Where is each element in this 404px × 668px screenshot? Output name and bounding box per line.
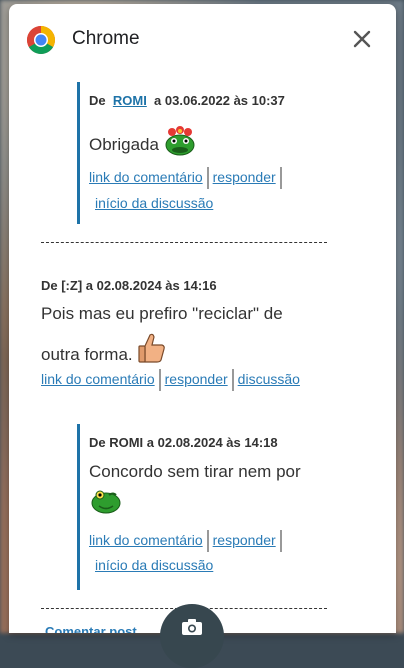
permalink-link[interactable]: link do comentário xyxy=(89,169,203,185)
comment-date: a 03.06.2022 às 10:37 xyxy=(154,93,285,108)
chrome-icon xyxy=(27,26,55,54)
comment-actions-row2: início da discussão xyxy=(95,557,213,575)
thumbs-up-icon xyxy=(138,333,165,363)
comment-actions: link do comentário responder xyxy=(89,530,286,552)
reply-link[interactable]: responder xyxy=(165,371,228,387)
comment-meta: De ROMI a 03.06.2022 às 10:37 xyxy=(89,93,285,108)
reply-comment-romi-2024: De ROMI a 02.08.2024 às 14:18 Concordo s… xyxy=(77,424,301,590)
chrome-custom-tab-sheet: Chrome De ROMI a 03.06.2022 às 10:37 Obr… xyxy=(9,4,396,633)
comment-actions: link do comentário responder xyxy=(89,167,286,189)
thread-start-link[interactable]: início da discussão xyxy=(95,195,213,211)
comment-post-link[interactable]: Comentar post xyxy=(45,624,137,633)
permalink-link[interactable]: link do comentário xyxy=(41,371,155,387)
comment-meta: De [:Z] a 02.08.2024 às 14:16 xyxy=(41,278,217,293)
divider xyxy=(206,530,209,552)
divider xyxy=(231,369,234,391)
camera-fab-button[interactable] xyxy=(160,604,224,668)
thread-link[interactable]: discussão xyxy=(238,371,300,387)
camera-icon xyxy=(182,619,202,635)
reply-link[interactable]: responder xyxy=(213,169,276,185)
comment-body: Obrigada xyxy=(89,126,197,156)
comment-text-line2: outra forma. xyxy=(41,345,133,364)
comment-prefix: De xyxy=(89,93,106,108)
flower-frog-emoji-icon xyxy=(165,126,195,156)
author-link[interactable]: ROMI xyxy=(113,93,147,108)
thread-start-link[interactable]: início da discussão xyxy=(95,557,213,573)
comments-content: De ROMI a 03.06.2022 às 10:37 Obrigada l… xyxy=(9,74,396,633)
comment-actions-row2: início da discussão xyxy=(95,195,213,213)
reply-comment-romi-2022: De ROMI a 03.06.2022 às 10:37 Obrigada l… xyxy=(77,82,285,224)
comment-text-line1: Pois mas eu prefiro "reciclar" de xyxy=(41,304,283,323)
dashed-divider xyxy=(41,242,327,243)
app-title: Chrome xyxy=(72,28,140,49)
permalink-link[interactable]: link do comentário xyxy=(89,532,203,548)
comment-text: Obrigada xyxy=(89,135,159,154)
comment-actions: link do comentário responder discussão xyxy=(41,369,300,391)
reply-link[interactable]: responder xyxy=(213,532,276,548)
divider xyxy=(279,167,282,189)
comment-meta: De ROMI a 02.08.2024 às 14:18 xyxy=(89,435,278,450)
divider xyxy=(158,369,161,391)
divider xyxy=(279,530,282,552)
comment-text: Concordo sem tirar nem por xyxy=(89,462,301,481)
divider xyxy=(206,167,209,189)
comment-text-line2-row: outra forma. xyxy=(41,332,167,365)
close-icon[interactable] xyxy=(347,24,377,54)
winking-frog-emoji-icon xyxy=(91,490,121,514)
sheet-header: Chrome xyxy=(9,4,396,74)
